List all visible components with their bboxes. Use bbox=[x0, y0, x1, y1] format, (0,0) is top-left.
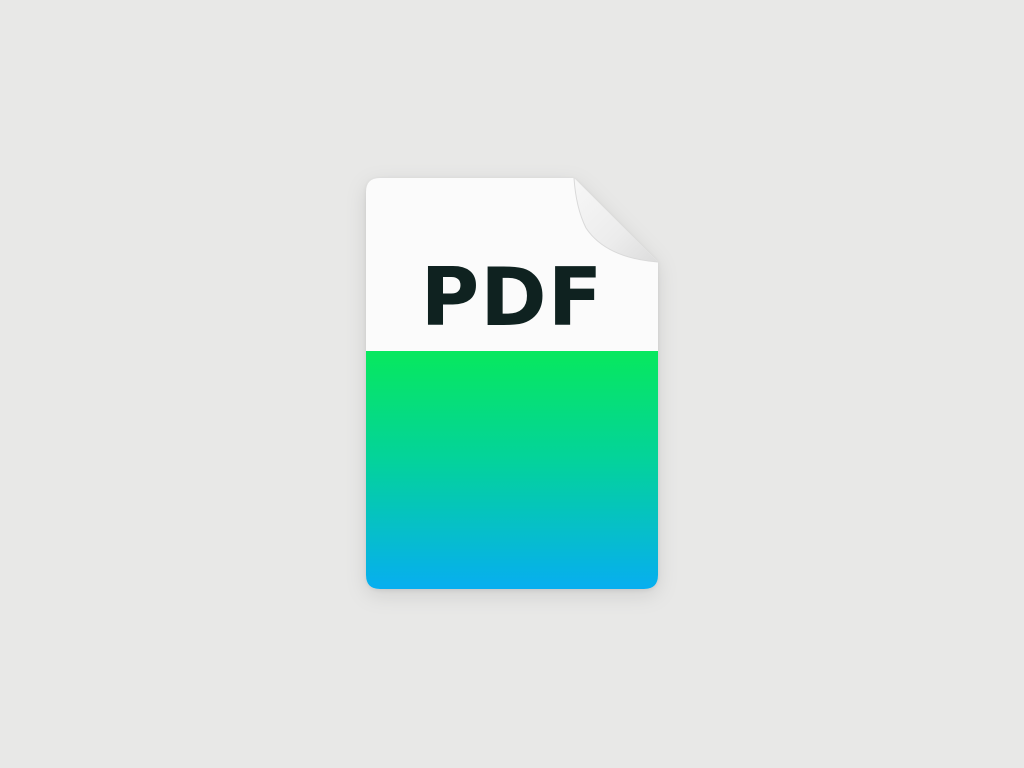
file-icon-graphic bbox=[366, 178, 658, 589]
color-band bbox=[366, 351, 658, 589]
pdf-file-icon[interactable] bbox=[366, 178, 658, 589]
pdf-type-label: PDF bbox=[420, 251, 604, 344]
canvas: PDF bbox=[0, 0, 1024, 768]
